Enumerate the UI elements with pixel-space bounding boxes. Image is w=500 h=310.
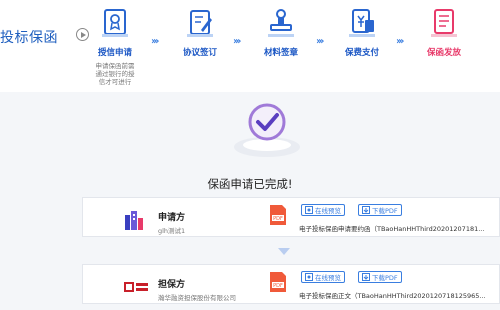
preview-icon (305, 206, 313, 214)
completion-message: 保函申请已完成! (207, 177, 293, 191)
step-arrow-icon: ››› (233, 36, 242, 47)
step-label: 保函发放 (426, 48, 461, 58)
building-logo-icon (125, 211, 143, 230)
party-org: 瀚华融资担保股份有限公司 (158, 294, 236, 302)
file-name: 电子投标保函申请要约函（TBaoHanHHThird20201207181... (299, 225, 485, 233)
step-material-seal[interactable]: 材料签章 (246, 6, 316, 58)
download-pdf-button[interactable]: 下载PDF (358, 204, 402, 216)
party-role: 担保方 (158, 280, 186, 290)
agreement-edit-icon (187, 10, 213, 37)
party-role: 申请方 (158, 213, 186, 223)
svg-text:PDF: PDF (273, 216, 283, 222)
step-credit-apply[interactable]: 授信申请 申请保函前需 通过银行的授 信才可进行 (80, 6, 150, 86)
step-arrow-icon: ››› (151, 36, 160, 47)
seal-stamp-icon (268, 9, 294, 37)
download-icon (362, 206, 370, 214)
step-arrow-icon: ››› (396, 36, 405, 47)
step-agreement-sign[interactable]: 协议签订 (165, 6, 235, 58)
svg-text:PDF: PDF (273, 283, 283, 289)
step-label: 材料签章 (263, 48, 298, 58)
download-icon (362, 273, 370, 281)
certificate-icon (102, 9, 128, 37)
party-org: glh测试1 (158, 227, 186, 235)
guarantor-logo-icon (124, 282, 148, 292)
check-badge-icon (234, 103, 300, 157)
down-arrow-icon (278, 248, 290, 255)
preview-icon (305, 273, 313, 281)
step-arrow-icon: ››› (316, 36, 325, 47)
page-title: 投标保函 (0, 30, 58, 46)
preview-online-button[interactable]: 在线预览 (301, 204, 345, 216)
preview-online-button[interactable]: 在线预览 (301, 271, 345, 283)
pdf-file-icon: PDF (270, 272, 286, 292)
guarantor-card: 担保方 瀚华融资担保股份有限公司 PDF 在线预览 下载PDF 电子投标保函正文… (82, 264, 500, 304)
step-label: 协议签订 (182, 48, 217, 58)
step-description: 申请保函前需 通过银行的授 信才可进行 (95, 62, 135, 86)
process-header: 投标保函 授信申请 申请保函前需 通过银行的授 信才可进行 ››› 协议签订 ›… (0, 0, 500, 92)
step-premium-payment[interactable]: 保费支付 (327, 6, 397, 58)
applicant-card: 申请方 glh测试1 PDF 在线预览 下载PDF 电子投标保函申请要约函（TB… (82, 197, 500, 237)
file-name: 电子投标保函正文（TBaoHanHHThird202012071812596​5… (299, 292, 486, 300)
step-guarantee-issue[interactable]: 保函发放 (409, 6, 479, 58)
step-label: 授信申请 (97, 48, 132, 58)
pdf-file-icon: PDF (270, 205, 286, 225)
step-label: 保费支付 (344, 48, 379, 58)
guarantee-document-icon (431, 9, 457, 37)
payment-icon (349, 9, 375, 37)
download-pdf-button[interactable]: 下载PDF (358, 271, 402, 283)
